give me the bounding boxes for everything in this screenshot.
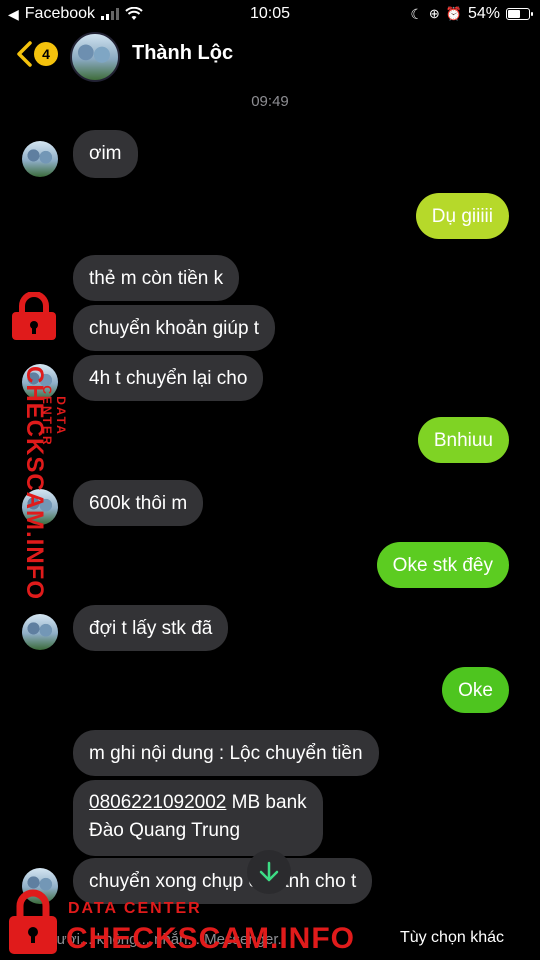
moon-icon: ☾ [410,5,423,22]
arrow-down-icon [259,861,279,882]
watermark-brand: CHECKSCAM.INFO [21,366,48,600]
contact-name[interactable]: Thành Lộc [132,42,233,65]
bank-name: MB bank [226,792,307,813]
message-bubble-outgoing[interactable]: Bnhiuu [417,417,509,463]
bank-info-bubble[interactable]: 0806221092002 MB bank Đào Quang Trung [73,780,323,856]
account-holder: Đào Quang Trung [89,820,241,841]
message-bubble-outgoing[interactable]: Oke stk đêy [376,542,509,588]
watermark-bottom: DATA CENTER CHECKSCAM.INFO [6,888,354,960]
message-bubble-incoming[interactable]: 4h t chuyển lại cho [73,355,264,401]
lock-icon [9,889,57,954]
message-bubble-incoming[interactable]: 600k thôi m [73,480,204,526]
battery-icon [506,8,533,20]
watermark-label: DATA CENTER [68,900,202,917]
contact-avatar[interactable] [70,32,120,82]
account-number-link[interactable]: 0806221092002 [89,792,226,813]
status-right: ☾ ⊕ ⏰ 54% [410,5,533,23]
message-bubble-incoming[interactable]: đợi t lấy stk đã [73,605,229,651]
watermark-brand: CHECKSCAM.INFO [66,922,355,955]
lock-icon [12,292,56,340]
message-timestamp: 09:49 [251,93,289,110]
message-bubble-incoming[interactable]: ơim [73,130,138,178]
alarm-icon: ⏰ [445,6,462,21]
message-bubble-incoming[interactable]: thẻ m còn tiền k [73,255,240,301]
more-options-link[interactable]: Tùy chọn khác [400,929,504,947]
message-bubble-incoming[interactable]: chuyển khoản giúp t [73,305,276,351]
unread-badge[interactable]: 4 [34,42,58,66]
message-bubble-outgoing[interactable]: Oke [442,667,509,713]
sender-avatar[interactable] [22,141,58,177]
chat-header: 4 Thành Lộc [0,28,540,82]
sender-avatar[interactable] [22,614,58,650]
watermark-vertical: DATA CENTER CHECKSCAM.INFO [4,292,68,600]
bank-info-line: 0806221092002 MB bank [89,789,307,817]
orientation-lock-icon: ⊕ [428,6,440,21]
message-bubble-outgoing[interactable]: Dụ giiiii [415,193,509,239]
battery-percent: 54% [467,5,500,22]
status-bar: ◀ Facebook 10:05 ☾ ⊕ ⏰ 54% [0,0,540,28]
message-bubble-incoming[interactable]: m ghi nội dung : Lộc chuyển tiền [73,730,379,776]
